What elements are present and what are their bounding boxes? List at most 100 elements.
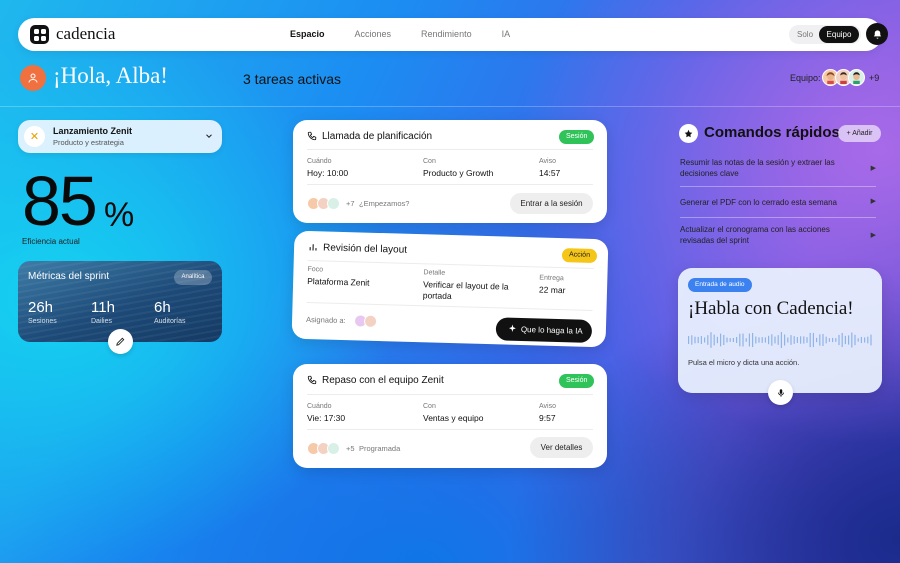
waveform-bar <box>819 334 821 346</box>
project-close-icon[interactable]: ✕ <box>24 126 45 147</box>
nav-tab-acciones[interactable]: Acciones <box>355 29 392 39</box>
card-title: Repaso con el equipo Zenit <box>322 375 444 386</box>
waveform-bar <box>713 334 715 346</box>
waveform-bar <box>758 337 760 343</box>
waveform-bar <box>787 337 789 343</box>
metrics-tag[interactable]: Analítica <box>174 270 212 285</box>
waveform-bar <box>838 334 840 346</box>
command-item[interactable]: Actualizar el cronograma con las accione… <box>680 224 876 246</box>
status-badge: Sesión <box>559 130 595 144</box>
command-item[interactable]: Resumir las notas de la sesión y extraer… <box>680 157 876 179</box>
command-text: Generar el PDF con lo cerrado esta seman… <box>680 198 837 207</box>
card-llamada-planificacion: Llamada de planificación Sesión Cuándo H… <box>293 120 607 223</box>
nav-tab-ia[interactable]: IA <box>502 29 511 39</box>
card-divider <box>307 149 593 150</box>
mode-solo-option[interactable]: Solo <box>797 30 813 39</box>
waveform-bar <box>848 335 850 345</box>
card-divider <box>307 429 593 430</box>
bell-icon <box>873 29 881 39</box>
waveform-bar <box>742 333 744 347</box>
field-value: Plataforma Zenit <box>307 276 370 288</box>
chevron-down-icon <box>206 134 212 138</box>
waveform-bar <box>812 332 814 348</box>
field-value: 9:57 <box>539 413 556 423</box>
voice-input-card: Entrada de audio ¡Habla con Cadencia! Pu… <box>678 268 882 393</box>
waveform-bar <box>864 337 866 343</box>
waveform-bar <box>764 337 766 343</box>
waveform-bar <box>704 337 706 343</box>
app-logo-icon[interactable] <box>30 25 49 44</box>
team-label: Equipo: <box>790 73 821 83</box>
waveform-bar <box>800 336 802 344</box>
metric-label: Auditorías <box>154 318 186 325</box>
assignees-avatars[interactable] <box>353 314 378 328</box>
field-label: Aviso <box>539 403 556 410</box>
team-extra-count: +9 <box>869 73 880 83</box>
waveform-bar <box>694 336 696 344</box>
metric-value: 6h <box>154 299 171 316</box>
field-label: Entrega <box>539 274 564 283</box>
microphone-button[interactable] <box>768 380 793 405</box>
waveform-bar <box>784 334 786 346</box>
ai-do-it-button[interactable]: Que lo haga la IA <box>495 317 593 343</box>
participants-avatars[interactable] <box>307 197 340 210</box>
field-value: Ventas y equipo <box>423 413 484 423</box>
mode-toggle: Solo Equipo <box>789 25 861 44</box>
waveform-bar <box>729 338 731 342</box>
waveform-bar <box>761 337 763 343</box>
sparkle-icon <box>509 324 516 333</box>
audio-waveform <box>688 332 872 348</box>
view-details-button[interactable]: Ver detalles <box>530 437 593 458</box>
waveform-bar <box>816 337 818 343</box>
waveform-bar <box>732 337 734 343</box>
command-divider <box>680 217 876 218</box>
waveform-bar <box>739 333 741 347</box>
waveform-bar <box>726 337 728 343</box>
metric-label: Dailies <box>91 318 113 325</box>
waveform-bar <box>745 338 747 342</box>
waveform-bar <box>723 334 725 346</box>
waveform-bar <box>841 332 843 348</box>
waveform-bar <box>771 334 773 346</box>
metric-value: 26h <box>28 299 54 316</box>
efficiency-value: 85 <box>22 162 98 240</box>
notifications-button[interactable] <box>866 23 888 45</box>
field-value: Producto y Growth <box>423 168 494 178</box>
card-title: Llamada de planificación <box>322 131 433 142</box>
participants-avatars[interactable] <box>307 442 340 455</box>
waveform-bar <box>716 336 718 344</box>
waveform-bar <box>774 336 776 344</box>
user-avatar[interactable] <box>20 65 46 91</box>
metric-dailies: 11h Dailies <box>91 299 115 325</box>
waveform-bar <box>777 335 779 345</box>
card-divider <box>306 302 593 311</box>
waveform-bar <box>806 337 808 343</box>
add-command-button[interactable]: + Añadir <box>838 125 881 142</box>
waveform-bar <box>832 337 834 343</box>
join-session-button[interactable]: Entrar a la sesión <box>510 193 593 214</box>
waveform-bar <box>755 336 757 344</box>
waveform-bar <box>736 336 738 344</box>
edit-metrics-button[interactable] <box>108 329 133 354</box>
waveform-bar <box>780 332 782 348</box>
nav-tab-rendimiento[interactable]: Rendimiento <box>421 29 472 39</box>
mode-equipo-option[interactable]: Equipo <box>819 26 859 43</box>
brand-name[interactable]: cadencia <box>56 24 115 44</box>
command-item[interactable]: Generar el PDF con lo cerrado esta seman… <box>680 197 876 208</box>
waveform-bar <box>720 333 722 347</box>
quick-commands-title: Comandos rápidos <box>704 124 840 141</box>
team-avatars[interactable] <box>822 69 865 86</box>
active-tasks-count: 3 tareas activas <box>243 71 342 87</box>
waveform-bar <box>860 336 862 344</box>
command-divider <box>680 186 876 187</box>
card-divider <box>307 260 594 270</box>
card-note: Programada <box>359 444 401 453</box>
field-label: Cuándo <box>307 158 332 165</box>
voice-tag: Entrada de audio <box>688 278 752 292</box>
field-value: Vie: 17:30 <box>307 413 346 423</box>
status-badge: Acción <box>561 248 598 264</box>
nav-tab-espacio[interactable]: Espacio <box>290 29 325 39</box>
project-selector[interactable]: ✕ Lanzamiento Zenit Producto y estrategi… <box>18 120 222 153</box>
field-label: Con <box>423 158 436 165</box>
waveform-bar <box>796 337 798 343</box>
